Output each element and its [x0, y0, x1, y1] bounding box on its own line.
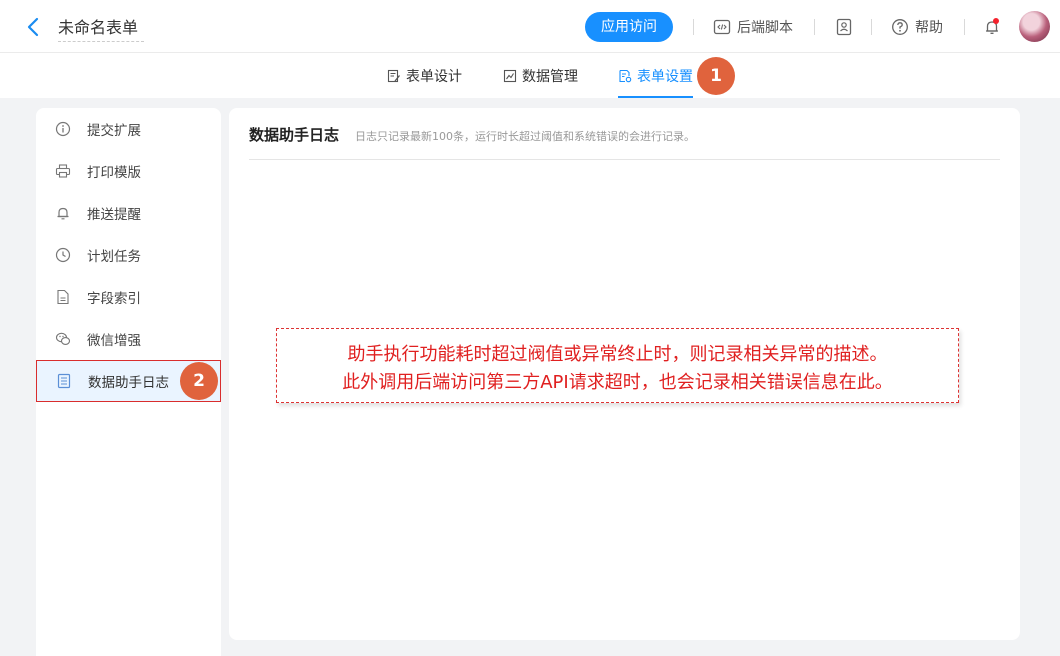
- backend-script-button[interactable]: 后端脚本: [713, 15, 793, 39]
- backend-script-label: 后端脚本: [737, 20, 793, 36]
- printer-icon: [54, 163, 71, 180]
- chart-icon: [503, 69, 517, 83]
- question-circle-icon: [891, 18, 909, 36]
- divider: [693, 19, 694, 35]
- sidebar-item-label: 字段索引: [87, 291, 141, 307]
- tab-label: 表单设置: [637, 68, 693, 85]
- tab-label: 数据管理: [522, 68, 578, 85]
- contact-card-icon: [835, 18, 853, 36]
- tab-form-design[interactable]: 表单设计: [387, 53, 462, 98]
- tab-data-management[interactable]: 数据管理: [503, 53, 578, 98]
- page-title: 数据助手日志: [249, 126, 340, 144]
- form-edit-icon: [387, 69, 401, 83]
- divider: [814, 19, 815, 35]
- tab-form-settings[interactable]: 表单设置: [618, 53, 693, 98]
- sidebar-item-label: 推送提醒: [87, 207, 141, 223]
- step-badge-1: 1: [697, 57, 735, 95]
- app-access-button[interactable]: 应用访问: [585, 12, 673, 42]
- annotation-line-2: 此外调用后端访问第三方API请求超时，也会记录相关错误信息在此。: [342, 372, 893, 393]
- log-icon: [55, 373, 72, 390]
- sidebar-item-label: 微信增强: [87, 333, 141, 349]
- sidebar-item-scheduled-task[interactable]: 计划任务: [36, 234, 221, 276]
- sidebar-item-print-template[interactable]: 打印模版: [36, 150, 221, 192]
- info-icon: [54, 121, 71, 138]
- sidebar-item-submit-extension[interactable]: 提交扩展: [36, 108, 221, 150]
- code-icon: [713, 18, 731, 36]
- clock-icon: [54, 247, 71, 264]
- sidebar-item-wechat-enhance[interactable]: 微信增强: [36, 318, 221, 360]
- bell-icon: [54, 205, 71, 222]
- form-settings-icon: [618, 69, 632, 83]
- sidebar-item-push-reminder[interactable]: 推送提醒: [36, 192, 221, 234]
- notification-dot: [993, 18, 999, 24]
- back-arrow-icon[interactable]: [26, 16, 44, 38]
- step-badge-2: 2: [180, 362, 218, 400]
- annotation-line-1: 助手执行功能耗时超过阀值或异常终止时，则记录相关异常的描述。: [347, 344, 888, 365]
- sidebar-item-label: 打印模版: [87, 165, 141, 181]
- contacts-button[interactable]: [835, 15, 859, 39]
- help-button[interactable]: 帮助: [891, 15, 943, 39]
- sidebar-item-field-index[interactable]: 字段索引: [36, 276, 221, 318]
- divider: [964, 19, 965, 35]
- file-icon: [54, 289, 71, 306]
- sidebar-item-label: 计划任务: [87, 249, 141, 265]
- log-panel: 数据助手日志 日志只记录最新100条，运行时长超过阈值和系统错误的会进行记录。 …: [229, 108, 1020, 640]
- annotation-note: 助手执行功能耗时超过阀值或异常终止时，则记录相关异常的描述。 此外调用后端访问第…: [276, 328, 959, 403]
- divider: [871, 19, 872, 35]
- divider: [249, 159, 1000, 160]
- help-label: 帮助: [915, 20, 943, 36]
- form-tabs: 表单设计 数据管理 表单设置 1: [0, 53, 1060, 98]
- page-description: 日志只记录最新100条，运行时长超过阈值和系统错误的会进行记录。: [355, 130, 695, 143]
- wechat-icon: [54, 331, 71, 348]
- top-header: 未命名表单 应用访问 后端脚本 帮助: [0, 0, 1060, 53]
- tab-label: 表单设计: [406, 68, 462, 85]
- sidebar-item-label: 数据助手日志: [88, 375, 169, 391]
- sidebar-item-label: 提交扩展: [87, 123, 141, 139]
- user-avatar[interactable]: [1019, 11, 1050, 42]
- form-title[interactable]: 未命名表单: [58, 14, 145, 42]
